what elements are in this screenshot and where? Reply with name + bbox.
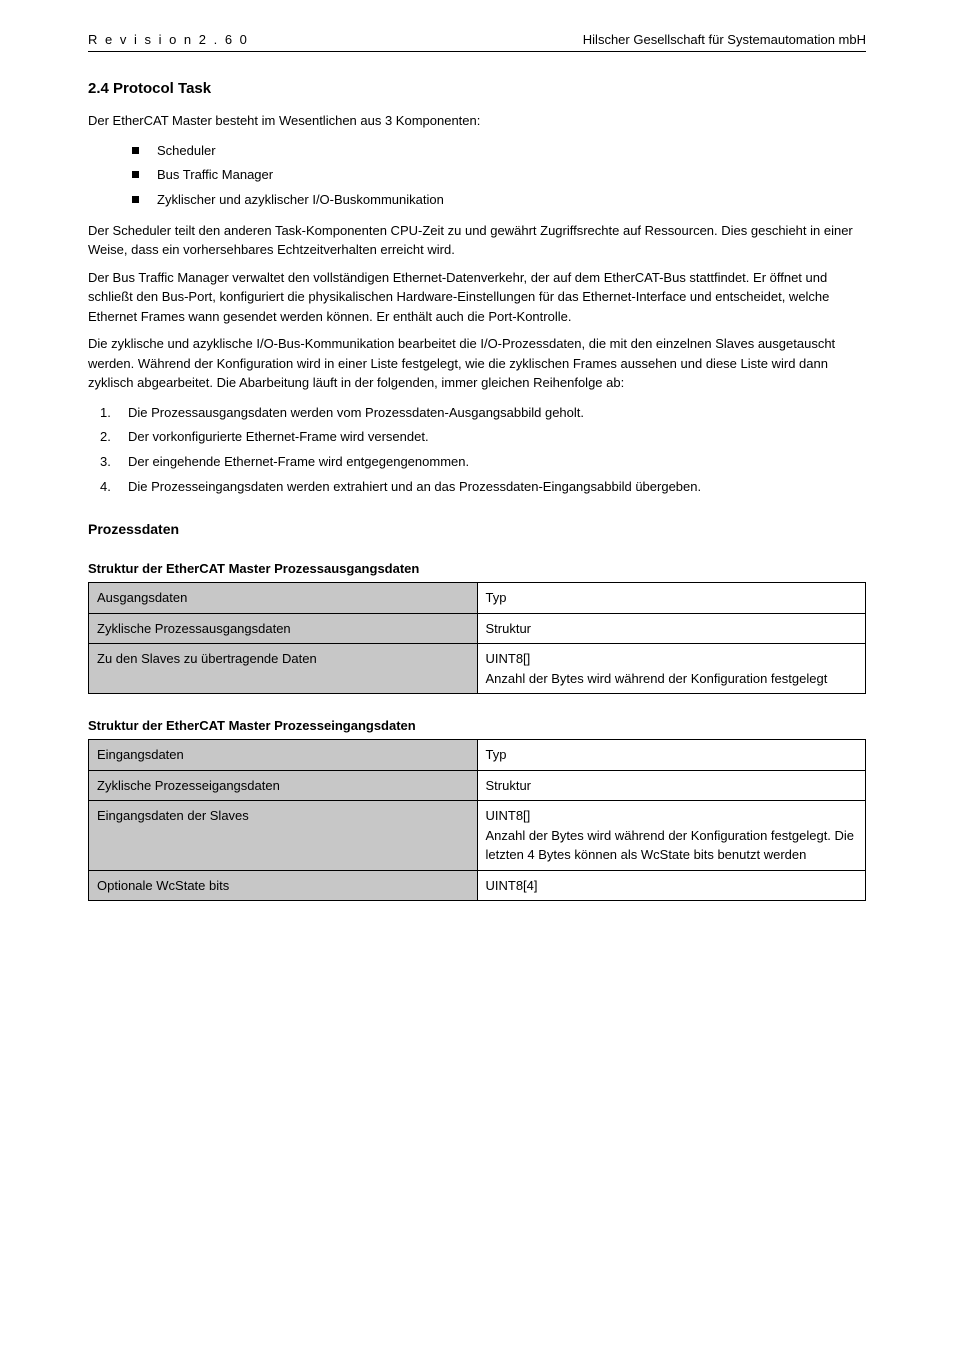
paragraph: Die zyklische und azyklische I/O-Bus-Kom… <box>88 334 866 393</box>
steps-list: 1.Die Prozessausgangsdaten werden vom Pr… <box>100 401 866 500</box>
cell-key: Eingangsdaten <box>89 740 478 771</box>
cell-key: Ausgangsdaten <box>89 583 478 614</box>
paragraph: Der Bus Traffic Manager verwaltet den vo… <box>88 268 866 327</box>
table-title: Struktur der EtherCAT Master Prozessausg… <box>88 561 866 576</box>
table-row: Ausgangsdaten Typ <box>89 583 866 614</box>
cell-val: UINT8[] Anzahl der Bytes wird während de… <box>477 801 866 871</box>
cell-key: Zyklische Prozessausgangsdaten <box>89 613 478 644</box>
cell-val: UINT8[4] <box>477 870 866 901</box>
table-row: Optionale WcState bits UINT8[4] <box>89 870 866 901</box>
list-item: Zyklischer und azyklischer I/O-Buskommun… <box>132 188 866 213</box>
table-title: Struktur der EtherCAT Master Prozesseing… <box>88 718 866 733</box>
table-row: Zyklische Prozesseigangsdaten Struktur <box>89 770 866 801</box>
header-left: R e v i s i o n 2 . 6 0 <box>88 32 249 47</box>
paragraph: Der Scheduler teilt den anderen Task-Kom… <box>88 221 866 260</box>
table-row: Zyklische Prozessausgangsdaten Struktur <box>89 613 866 644</box>
cell-key: Zyklische Prozesseigangsdaten <box>89 770 478 801</box>
cell-val: Struktur <box>477 770 866 801</box>
cell-val: Typ <box>477 740 866 771</box>
list-item: 3.Der eingehende Ethernet-Frame wird ent… <box>100 450 866 475</box>
list-item: 4.Die Prozesseingangsdaten werden extrah… <box>100 475 866 500</box>
page-header: R e v i s i o n 2 . 6 0 Hilscher Gesells… <box>88 32 866 52</box>
component-list: Scheduler Bus Traffic Manager Zyklischer… <box>132 139 866 213</box>
list-item: Scheduler <box>132 139 866 164</box>
paragraph: Der EtherCAT Master besteht im Wesentlic… <box>88 111 866 131</box>
cell-key: Eingangsdaten der Slaves <box>89 801 478 871</box>
list-item: 1.Die Prozessausgangsdaten werden vom Pr… <box>100 401 866 426</box>
section-heading: 2.4 Protocol Task <box>88 80 866 97</box>
table-row: Eingangsdaten der Slaves UINT8[] Anzahl … <box>89 801 866 871</box>
cell-val: UINT8[] Anzahl der Bytes wird während de… <box>477 644 866 694</box>
table-row: Eingangsdaten Typ <box>89 740 866 771</box>
table-row: Zu den Slaves zu übertragende Daten UINT… <box>89 644 866 694</box>
output-data-table: Ausgangsdaten Typ Zyklische Prozessausga… <box>88 582 866 694</box>
cell-key: Zu den Slaves zu übertragende Daten <box>89 644 478 694</box>
cell-key: Optionale WcState bits <box>89 870 478 901</box>
input-data-table: Eingangsdaten Typ Zyklische Prozesseigan… <box>88 739 866 901</box>
cell-val: Typ <box>477 583 866 614</box>
cell-val: Struktur <box>477 613 866 644</box>
list-item: 2.Der vorkonfigurierte Ethernet-Frame wi… <box>100 425 866 450</box>
subheading-prozessdaten: Prozessdaten <box>88 521 866 537</box>
header-right: Hilscher Gesellschaft für Systemautomati… <box>583 32 866 47</box>
list-item: Bus Traffic Manager <box>132 163 866 188</box>
